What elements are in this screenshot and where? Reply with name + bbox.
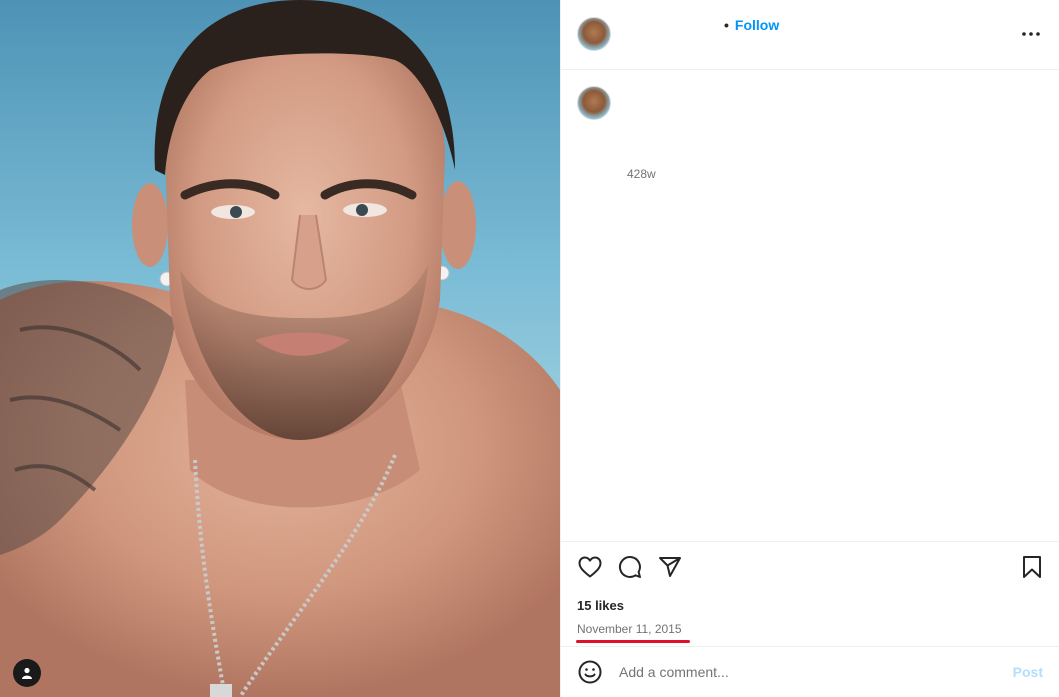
separator-dot: • [724, 17, 729, 33]
caption-time-ago: 428w [627, 167, 656, 181]
post-date-row: November 11, 2015 [561, 616, 1059, 646]
follow-button[interactable]: Follow [735, 17, 779, 33]
caption-row [577, 86, 611, 120]
post-dialog: • Follow 428w 15 likes November 11, 2015… [0, 0, 1059, 697]
post-side-panel: • Follow 428w 15 likes November 11, 2015… [560, 0, 1059, 697]
more-options-button[interactable] [1021, 24, 1041, 44]
post-media[interactable] [0, 0, 560, 697]
user-icon [22, 667, 32, 679]
action-bar [561, 542, 1059, 592]
like-button[interactable] [577, 554, 603, 580]
comment-input[interactable] [617, 663, 1003, 681]
more-horizontal-icon [1022, 32, 1040, 36]
likes-count[interactable]: 15 likes [561, 592, 1059, 616]
post-comment-button[interactable]: Post [1013, 664, 1043, 680]
emoji-button[interactable] [577, 659, 603, 685]
add-comment-bar: Post [561, 646, 1059, 697]
post-header: • Follow [561, 0, 1059, 70]
heart-icon [578, 556, 602, 578]
emoji-icon [578, 660, 602, 684]
tagged-users-button[interactable] [13, 659, 41, 687]
save-button[interactable] [1019, 554, 1045, 580]
post-date[interactable]: November 11, 2015 [576, 622, 690, 643]
share-button[interactable] [657, 554, 683, 580]
caption-author-avatar[interactable] [577, 86, 611, 120]
bookmark-icon [1023, 556, 1041, 578]
comments-section: 428w [561, 70, 1059, 542]
post-date-text: November 11, 2015 [577, 622, 682, 636]
post-photo [0, 0, 560, 697]
comment-button[interactable] [617, 554, 643, 580]
follow-group: • Follow [724, 17, 779, 33]
author-avatar[interactable] [577, 17, 611, 51]
comment-icon [619, 556, 641, 578]
share-icon [659, 557, 681, 577]
date-highlight-underline [576, 640, 690, 643]
